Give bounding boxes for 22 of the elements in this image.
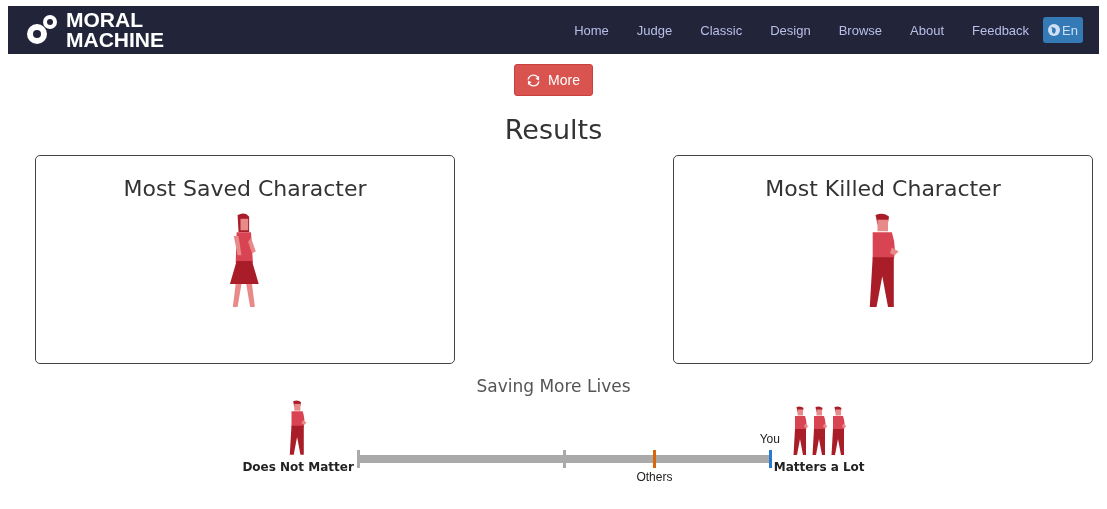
marker-label: Others [636, 470, 673, 484]
logo-text: MACHINE [66, 30, 164, 50]
woman-figure-icon [228, 213, 262, 309]
scale-title: Saving More Lives [475, 376, 632, 396]
nav-link[interactable]: Browse [824, 22, 896, 38]
more-button[interactable]: More [514, 64, 593, 96]
card-title: Most Saved Character [123, 176, 367, 201]
nav-link[interactable]: Home [560, 22, 623, 38]
logo-text: MORAL [66, 10, 144, 30]
card-title: Most Killed Character [765, 176, 1001, 201]
nav-link[interactable]: Design [756, 22, 825, 38]
scale-right-label: Matters a Lot [773, 460, 865, 474]
nav-link[interactable]: About [896, 22, 958, 38]
globe-icon [1048, 24, 1061, 36]
nav-link[interactable]: Classic [686, 22, 757, 38]
scale-left-label: Does Not Matter [242, 460, 354, 474]
marker-label: You [759, 432, 780, 446]
results-title: Results [503, 114, 604, 145]
man-figure-icon [287, 400, 309, 456]
nav-link[interactable]: Judge [622, 22, 687, 38]
nav-link[interactable]: Feedback [958, 22, 1044, 38]
refresh-icon [527, 73, 541, 87]
